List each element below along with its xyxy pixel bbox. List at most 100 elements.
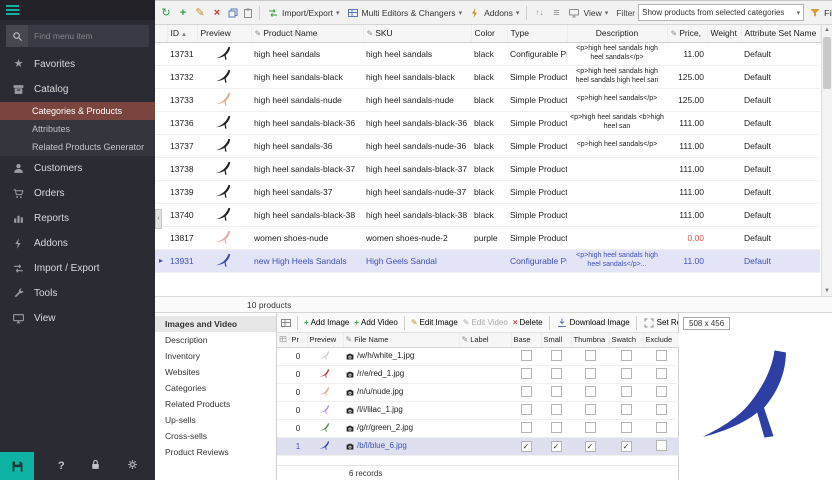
scrollbar-thumb[interactable] [823, 37, 831, 89]
small-checkbox[interactable] [551, 350, 562, 361]
column-price[interactable]: ✎Price, [667, 25, 707, 42]
image-row[interactable]: 0 /w/h/white_1.jpg [277, 347, 679, 365]
sidebar-item-related-products-generator[interactable]: Related Products Generator [0, 138, 155, 156]
column-label[interactable]: ✎Label [459, 333, 511, 347]
sidebar-item-import-export[interactable]: Import / Export [0, 256, 155, 281]
import-export-menu[interactable]: Import/Export▾ [265, 6, 342, 20]
column-description[interactable]: Description [567, 25, 667, 42]
gear-icon[interactable] [126, 458, 139, 474]
thumbnail-checkbox[interactable] [585, 422, 596, 433]
multi-editors-menu[interactable]: Multi Editors & Changers▾ [345, 6, 465, 20]
tab-categories[interactable]: Categories [155, 380, 276, 396]
product-row-selected[interactable]: ▸ 13931 new High Heels Sandals High Geel… [155, 249, 820, 272]
thumbnail-checkbox[interactable] [585, 350, 596, 361]
small-checkbox[interactable] [551, 422, 562, 433]
swatch-checkbox[interactable] [621, 404, 632, 415]
base-checkbox[interactable] [521, 404, 532, 415]
swatch-checkbox[interactable] [621, 350, 632, 361]
exclude-checkbox[interactable] [656, 368, 667, 379]
base-checkbox[interactable]: ✓ [521, 441, 532, 452]
swatch-checkbox[interactable]: ✓ [621, 441, 632, 452]
image-row[interactable]: 0 /n/u/nude.jpg [277, 383, 679, 401]
swatch-checkbox[interactable] [621, 368, 632, 379]
column-attribute-set[interactable]: Attribute Set Name [741, 25, 820, 42]
thumbnail-checkbox[interactable] [585, 368, 596, 379]
addons-menu[interactable]: Addons▾ [467, 6, 521, 20]
column-preview[interactable]: Preview [197, 25, 251, 42]
exclude-checkbox[interactable] [656, 422, 667, 433]
grid-icon[interactable] [280, 317, 292, 329]
base-checkbox[interactable] [521, 386, 532, 397]
category-filter-select[interactable]: Show products from selected categories▾ [638, 4, 804, 21]
thumbnail-checkbox[interactable]: ✓ [585, 441, 596, 452]
product-row[interactable]: 13733 high heel sandals-nude high heel s… [155, 88, 820, 111]
small-checkbox[interactable] [551, 368, 562, 379]
exclude-checkbox[interactable] [656, 440, 667, 451]
sidebar-item-tools[interactable]: Tools [0, 281, 155, 306]
sidebar-item-addons[interactable]: Addons [0, 231, 155, 256]
exclude-checkbox[interactable] [656, 386, 667, 397]
edit-product-icon[interactable]: ✎ [193, 6, 207, 19]
edit-image-button[interactable]: ✎Edit Image [410, 318, 459, 327]
refresh-icon[interactable]: ↻ [159, 6, 173, 19]
delete-product-icon[interactable]: × [210, 7, 224, 19]
help-icon[interactable]: ? [58, 460, 65, 472]
product-row[interactable]: 13731 high heel sandals high heel sandal… [155, 42, 820, 65]
list-icon[interactable]: ≡ [549, 7, 563, 19]
sidebar-item-orders[interactable]: Orders [0, 181, 155, 206]
add-image-button[interactable]: +Add Image [303, 318, 350, 327]
sidebar-item-reports[interactable]: Reports [0, 206, 155, 231]
column-exclude[interactable]: Exclude [643, 333, 679, 347]
copy-icon[interactable] [227, 7, 239, 19]
sort-icon[interactable]: ↑↓ [532, 8, 546, 17]
vertical-scrollbar[interactable]: ▲ ▼ [821, 25, 832, 296]
menu-icon[interactable] [6, 5, 19, 15]
scroll-up-arrow[interactable]: ▲ [824, 25, 830, 35]
product-row[interactable]: 13817 women shoes-nude women shoes-nude-… [155, 226, 820, 249]
sidebar-item-catalog[interactable]: Catalog [0, 77, 155, 102]
view-menu[interactable]: View▾ [566, 6, 610, 20]
column-image-preview[interactable]: Preview [307, 333, 343, 347]
tab-cross-sells[interactable]: Cross-sells [155, 428, 276, 444]
scroll-down-arrow[interactable]: ▼ [824, 286, 830, 296]
thumbnail-checkbox[interactable] [585, 404, 596, 415]
collapse-panel-handle[interactable]: ‹ [155, 209, 162, 229]
product-row[interactable]: 13736 high heel sandals-black-36 high he… [155, 111, 820, 134]
download-image-button[interactable]: Download Image [555, 317, 631, 329]
column-weight[interactable]: Weight [707, 25, 741, 42]
edit-video-button[interactable]: ✎Edit Video [462, 318, 509, 327]
tab-websites[interactable]: Websites [155, 364, 276, 380]
delete-image-button[interactable]: ×Delete [512, 318, 544, 327]
swatch-checkbox[interactable] [621, 386, 632, 397]
tab-description[interactable]: Description [155, 332, 276, 348]
lock-icon[interactable] [89, 458, 102, 474]
swatch-checkbox[interactable] [621, 422, 632, 433]
column-position[interactable]: Pr [289, 333, 307, 347]
paste-icon[interactable] [242, 7, 254, 19]
sidebar-search-input[interactable]: Find menu item [6, 25, 149, 47]
sidebar-item-customers[interactable]: Customers [0, 156, 155, 181]
small-checkbox[interactable] [551, 386, 562, 397]
exclude-checkbox[interactable] [656, 350, 667, 361]
image-row[interactable]: 0 /g/r/green_2.jpg [277, 419, 679, 437]
small-checkbox[interactable]: ✓ [551, 441, 562, 452]
tab-related-products[interactable]: Related Products [155, 396, 276, 412]
column-small[interactable]: Small [541, 333, 571, 347]
product-row[interactable]: 13732 high heel sandals-black high heel … [155, 65, 820, 88]
column-color[interactable]: Color [471, 25, 507, 42]
column-thumbnail[interactable]: Thumbna [571, 333, 609, 347]
add-video-button[interactable]: +Add Video [353, 318, 398, 327]
sidebar-item-favorites[interactable]: ★Favorites [0, 52, 155, 77]
product-row[interactable]: 13738 high heel sandals-black-37 high he… [155, 157, 820, 180]
column-product-name[interactable]: ✎Product Name [251, 25, 363, 42]
column-swatch[interactable]: Swatch [609, 333, 643, 347]
base-checkbox[interactable] [521, 422, 532, 433]
filters-button[interactable]: Filters▾ [807, 6, 832, 20]
column-sku[interactable]: ✎SKU [363, 25, 471, 42]
tab-inventory[interactable]: Inventory [155, 348, 276, 364]
tab-product-reviews[interactable]: Product Reviews [155, 444, 276, 460]
image-row[interactable]: 0 /r/e/red_1.jpg [277, 365, 679, 383]
product-row[interactable]: 13740 high heel sandals-black-38 high he… [155, 203, 820, 226]
column-type[interactable]: Type [507, 25, 567, 42]
set-resize-rule-button[interactable]: Set Resize Rule▾ [642, 317, 678, 329]
